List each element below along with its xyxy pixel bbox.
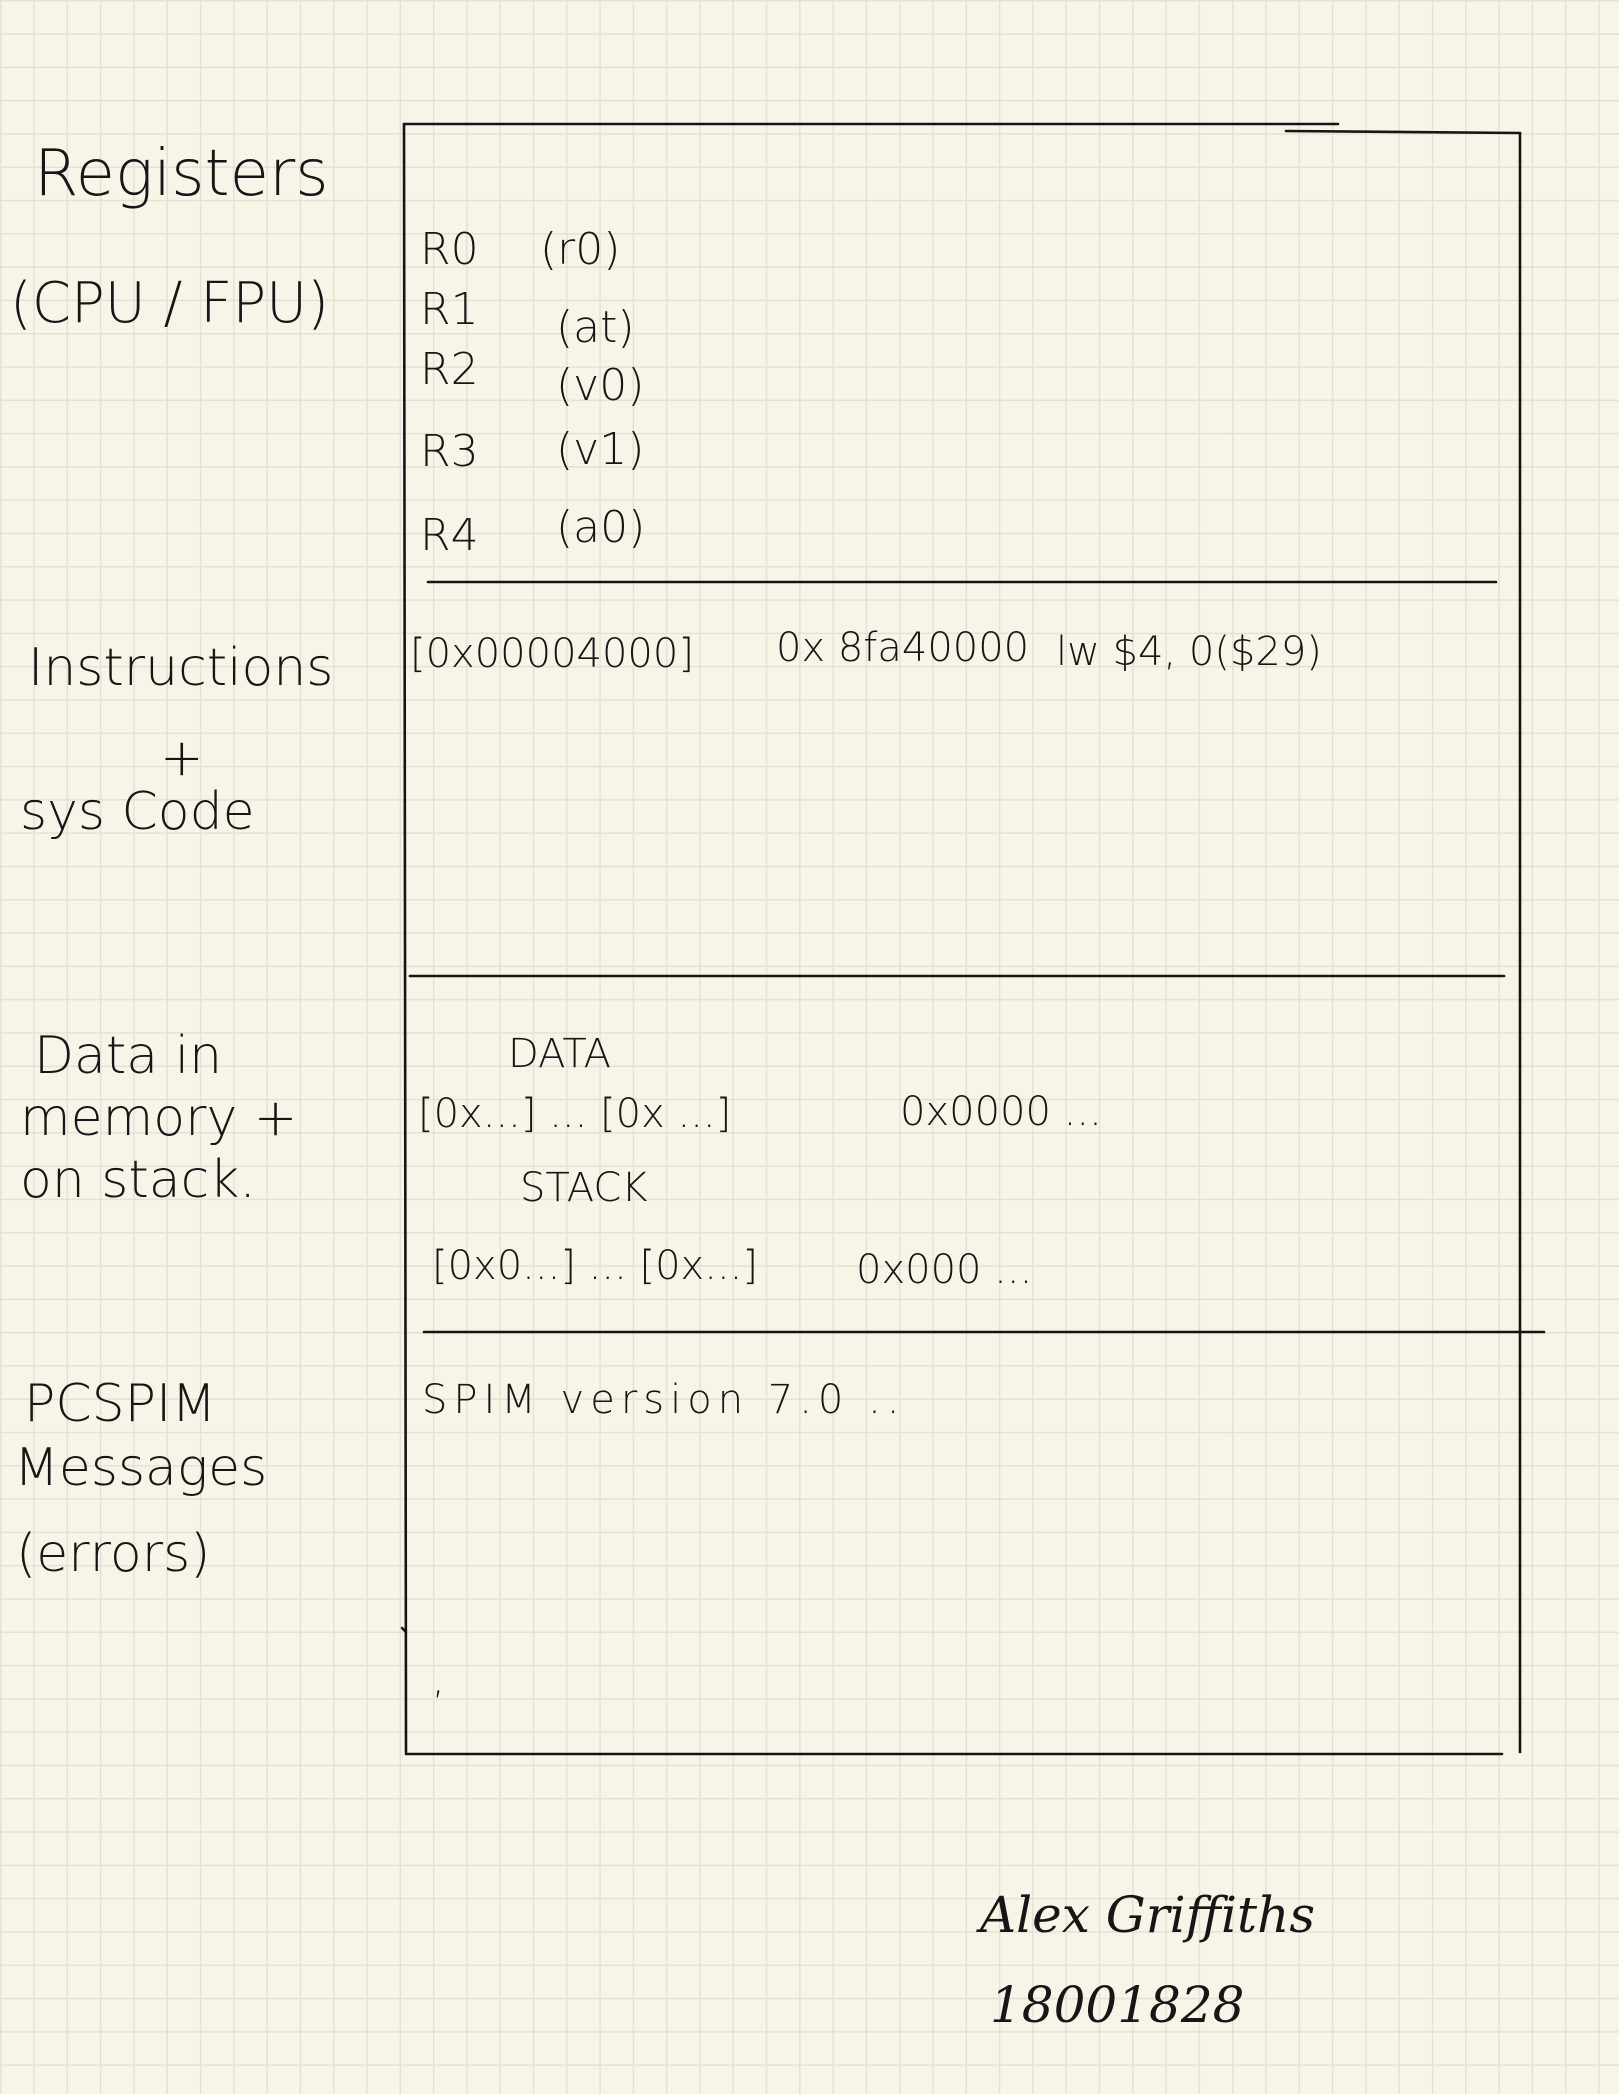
register-name: R0 (420, 224, 479, 275)
register-name: R2 (420, 344, 479, 395)
register-name: R3 (420, 426, 479, 477)
register-alias: (v0) (556, 360, 645, 411)
data-heading: DATA (508, 1031, 612, 1077)
frame-left-edge (402, 122, 408, 1754)
label-messages: Messages (14, 1438, 268, 1498)
instruction-address: [0x00004000] (410, 631, 694, 677)
register-name: R4 (420, 510, 479, 561)
label-cpu-fpu: (CPU / FPU) (10, 271, 329, 336)
message-cursor: , (432, 1657, 445, 1703)
signature-number: 18001828 (990, 1976, 1245, 2034)
register-name: R1 (420, 284, 479, 335)
label-on-stack: on stack. (20, 1150, 256, 1210)
stack-heading: STACK (520, 1165, 648, 1211)
label-registers: Registers (34, 137, 329, 211)
label-memory: memory + (20, 1088, 298, 1148)
register-alias: (a0) (556, 502, 646, 553)
label-instructions-plus: + (160, 728, 204, 788)
label-errors: (errors) (16, 1524, 211, 1584)
instruction-code: 0x 8fa40000 (776, 625, 1030, 671)
register-alias: (r0) (540, 224, 621, 275)
label-instructions: Instructions (28, 638, 334, 698)
label-data-in: Data in (34, 1026, 223, 1086)
data-value: 0x0000 ... (900, 1089, 1102, 1135)
register-alias: (v1) (556, 424, 645, 475)
label-sys-code: sys Code (20, 782, 255, 842)
spim-version-message: SPIM version 7.0 .. (422, 1377, 906, 1423)
data-range: [0x...] ... [0x ...] (418, 1091, 732, 1137)
stack-value: 0x000 ... (856, 1247, 1033, 1293)
stack-range: [0x0...] ... [0x...] (432, 1243, 758, 1289)
frame-top-edge-overlap (1284, 129, 1522, 135)
instruction-asm: lw $4, 0($29) (1056, 629, 1322, 675)
register-alias: (at) (556, 302, 635, 353)
signature-name: Alex Griffiths (980, 1886, 1315, 1944)
label-pcspim: PCSPIM (24, 1374, 217, 1434)
